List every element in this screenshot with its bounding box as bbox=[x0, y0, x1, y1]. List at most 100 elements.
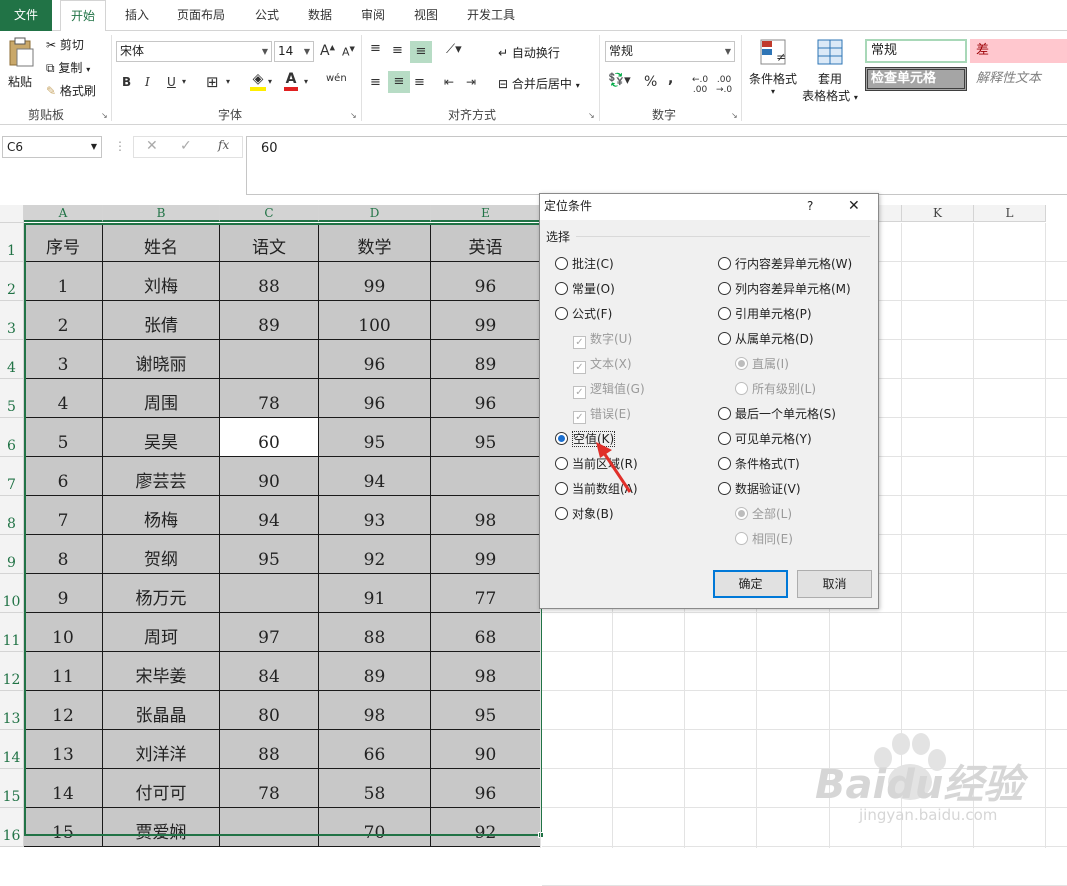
currency-icon[interactable]: 💱▾ bbox=[608, 73, 631, 88]
grow-font-icon[interactable]: A▲ bbox=[320, 43, 335, 59]
table-cell[interactable]: 张晶晶 bbox=[103, 691, 220, 730]
table-cell[interactable]: 100 bbox=[319, 301, 431, 340]
percent-button[interactable]: % bbox=[644, 74, 657, 90]
table-cell[interactable]: 99 bbox=[431, 301, 541, 340]
radio-right-0[interactable]: 行内容差异单元格(W) bbox=[718, 256, 852, 272]
row-header-14[interactable]: 14 bbox=[0, 730, 24, 769]
tab-developer[interactable]: 开发工具 bbox=[457, 0, 525, 31]
table-cell[interactable]: 98 bbox=[319, 691, 431, 730]
table-cell[interactable] bbox=[431, 457, 541, 496]
font-size-select[interactable]: 14 ▼ bbox=[274, 41, 314, 62]
table-cell[interactable]: 66 bbox=[319, 730, 431, 769]
tab-review[interactable]: 审阅 bbox=[351, 0, 395, 31]
alignment-launcher-icon[interactable]: ↘ bbox=[588, 111, 595, 120]
number-format-select[interactable]: 常规 ▼ bbox=[605, 41, 735, 62]
table-cell[interactable]: 6 bbox=[24, 457, 103, 496]
table-cell[interactable]: 10 bbox=[24, 613, 103, 652]
table-cell[interactable]: 周珂 bbox=[103, 613, 220, 652]
header-cell[interactable]: 数学 bbox=[319, 223, 431, 262]
header-cell[interactable]: 语文 bbox=[220, 223, 319, 262]
row-header-1[interactable]: 1 bbox=[0, 223, 24, 262]
table-cell[interactable]: 91 bbox=[319, 574, 431, 613]
table-cell[interactable]: 张倩 bbox=[103, 301, 220, 340]
table-cell[interactable]: 96 bbox=[431, 769, 541, 808]
tab-data[interactable]: 数据 bbox=[298, 0, 342, 31]
table-cell[interactable]: 15 bbox=[24, 808, 103, 847]
column-header-k[interactable]: K bbox=[902, 205, 974, 222]
table-cell[interactable]: 贾爱娴 bbox=[103, 808, 220, 847]
table-cell[interactable]: 3 bbox=[24, 340, 103, 379]
table-cell[interactable]: 贺纲 bbox=[103, 535, 220, 574]
cut-button[interactable]: ✂ 剪切 bbox=[46, 36, 84, 53]
table-cell[interactable]: 95 bbox=[220, 535, 319, 574]
row-header-11[interactable]: 11 bbox=[0, 613, 24, 652]
table-cell[interactable]: 89 bbox=[220, 301, 319, 340]
row-header-6[interactable]: 6 bbox=[0, 418, 24, 457]
table-cell[interactable]: 80 bbox=[220, 691, 319, 730]
table-cell[interactable]: 84 bbox=[220, 652, 319, 691]
tab-home[interactable]: 开始 bbox=[60, 0, 107, 32]
radio-right-9[interactable]: 数据验证(V) bbox=[718, 481, 801, 497]
font-name-select[interactable]: 宋体 ▼ bbox=[116, 41, 272, 62]
table-cell[interactable]: 90 bbox=[220, 457, 319, 496]
align-middle-icon[interactable]: ≡ bbox=[392, 43, 403, 58]
merge-center-button[interactable]: ⊟ 合并后居中 ▾ bbox=[498, 75, 580, 92]
table-cell[interactable]: 杨万元 bbox=[103, 574, 220, 613]
table-cell[interactable]: 谢晓丽 bbox=[103, 340, 220, 379]
table-cell[interactable]: 99 bbox=[431, 535, 541, 574]
tab-insert[interactable]: 插入 bbox=[115, 0, 159, 31]
decrease-indent-icon[interactable]: ⇤ bbox=[444, 75, 454, 89]
table-cell[interactable]: 88 bbox=[220, 262, 319, 301]
format-painter-button[interactable]: ✎ 格式刷 bbox=[46, 82, 96, 99]
style-check-cell[interactable]: 检查单元格 bbox=[865, 67, 967, 91]
table-cell[interactable]: 2 bbox=[24, 301, 103, 340]
table-cell[interactable]: 9 bbox=[24, 574, 103, 613]
tab-file[interactable]: 文件 bbox=[0, 0, 52, 31]
table-cell[interactable]: 89 bbox=[431, 340, 541, 379]
row-header-16[interactable]: 16 bbox=[0, 808, 24, 847]
chevron-down-icon[interactable]: ▾ bbox=[268, 77, 272, 86]
italic-button[interactable]: I bbox=[145, 75, 150, 89]
table-cell[interactable]: 95 bbox=[431, 418, 541, 457]
table-cell[interactable]: 付可可 bbox=[103, 769, 220, 808]
table-cell[interactable] bbox=[220, 574, 319, 613]
wrap-text-button[interactable]: ↵ 自动换行 bbox=[498, 44, 560, 61]
table-cell[interactable]: 94 bbox=[319, 457, 431, 496]
table-cell[interactable]: 77 bbox=[431, 574, 541, 613]
name-box[interactable]: C6 ▼ bbox=[2, 136, 102, 158]
copy-button[interactable]: ⧉ 复制 ▾ bbox=[46, 59, 90, 76]
row-header-9[interactable]: 9 bbox=[0, 535, 24, 574]
fx-icon[interactable]: fx bbox=[218, 138, 229, 152]
table-cell[interactable]: 78 bbox=[220, 379, 319, 418]
table-cell[interactable]: 8 bbox=[24, 535, 103, 574]
phonetic-guide-icon[interactable]: wén bbox=[326, 73, 347, 84]
align-left-icon[interactable]: ≡ bbox=[370, 75, 381, 90]
style-normal[interactable]: 常规 bbox=[865, 39, 967, 63]
decrease-decimal-icon[interactable]: .00 →.0 bbox=[716, 75, 732, 95]
tab-view[interactable]: 视图 bbox=[404, 0, 448, 31]
row-header-7[interactable]: 7 bbox=[0, 457, 24, 496]
table-cell[interactable]: 92 bbox=[431, 808, 541, 847]
fill-color-icon[interactable]: ◈ bbox=[250, 71, 266, 91]
row-header-12[interactable]: 12 bbox=[0, 652, 24, 691]
clipboard-launcher-icon[interactable]: ↘ bbox=[101, 111, 108, 120]
table-cell[interactable]: 58 bbox=[319, 769, 431, 808]
column-header-e[interactable]: E bbox=[431, 205, 541, 222]
row-header-5[interactable]: 5 bbox=[0, 379, 24, 418]
column-header-b[interactable]: B bbox=[103, 205, 220, 222]
enter-icon[interactable]: ✓ bbox=[180, 138, 192, 154]
column-header-a[interactable]: A bbox=[24, 205, 103, 222]
borders-icon[interactable]: ⊞ bbox=[206, 73, 219, 91]
radio-right-6[interactable]: 最后一个单元格(S) bbox=[718, 406, 836, 422]
chevron-down-icon[interactable]: ▾ bbox=[304, 77, 308, 86]
drag-handle-icon[interactable]: ⋮ bbox=[114, 139, 126, 153]
ok-button[interactable]: 确定 bbox=[713, 570, 788, 598]
font-color-icon[interactable]: A bbox=[284, 71, 298, 91]
increase-decimal-icon[interactable]: ←.0.00 bbox=[692, 75, 708, 95]
fill-handle[interactable] bbox=[538, 832, 544, 838]
formula-input[interactable]: 60 bbox=[246, 136, 1067, 195]
table-cell[interactable]: 4 bbox=[24, 379, 103, 418]
row-header-10[interactable]: 10 bbox=[0, 574, 24, 613]
table-cell[interactable]: 95 bbox=[319, 418, 431, 457]
table-cell[interactable]: 13 bbox=[24, 730, 103, 769]
